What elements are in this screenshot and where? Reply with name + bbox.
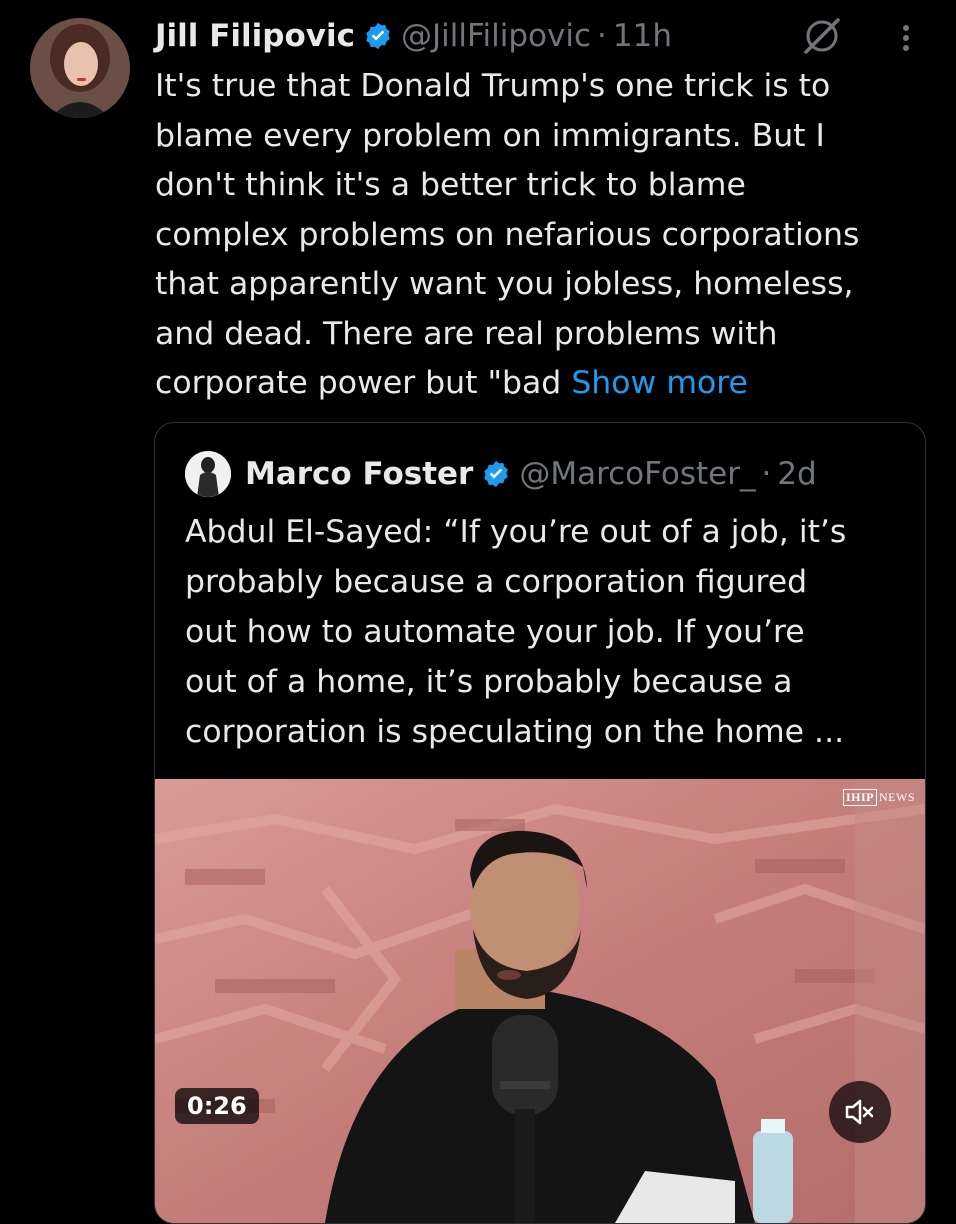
quote-author-handle[interactable]: @MarcoFoster_ (519, 456, 755, 492)
more-options-icon[interactable] (888, 18, 924, 58)
news-logo-box: IHIP (842, 789, 877, 806)
news-logo: IHIP NEWS (842, 789, 915, 806)
quote-text-line: out how to automate your job. If you’re (185, 614, 805, 650)
tweet-text-line: and dead. There are real problems with (155, 315, 778, 352)
tweet-text-line: complex problems on nefarious corporatio… (155, 216, 860, 253)
video-timer: 0:26 (175, 1088, 259, 1124)
tweet-text-line: don't think it's a better trick to blame (155, 167, 746, 203)
quote-text-line: probably because a corporation figured (185, 564, 808, 600)
author-handle[interactable]: @JillFilipovic (401, 18, 591, 54)
mute-button[interactable] (829, 1081, 891, 1143)
separator-dot: · (761, 456, 772, 492)
tweet-text-line: blame every problem on immigrants. But I (155, 117, 825, 154)
tweet-text-line: that apparently want you jobless, homele… (155, 266, 854, 302)
quote-author-name[interactable]: Marco Foster (245, 456, 473, 492)
video-frame (155, 779, 925, 1223)
video-player[interactable]: IHIP NEWS (155, 779, 925, 1223)
news-logo-text: NEWS (879, 790, 915, 804)
quote-text-line: corporation is speculating on the home .… (185, 714, 845, 750)
quote-text: Abdul El-Sayed: “If you’re out of a job,… (185, 507, 905, 757)
separator-dot: · (597, 18, 607, 54)
tweet-text: It's true that Donald Trump's one trick … (155, 62, 940, 409)
quote-text-line: Abdul El-Sayed: “If you’re out of a job,… (185, 514, 847, 550)
tweet-header: Jill Filipovic @JillFilipovic · 11h (155, 14, 672, 58)
tweet-text-line: corporate power but "bad (155, 365, 572, 401)
quote-post-time[interactable]: 2d (777, 456, 816, 492)
verified-badge-icon (366, 22, 390, 50)
tweet-text-line-last: corporate power but "bad Show more (155, 359, 940, 409)
volume-muted-icon (845, 1099, 874, 1125)
author-avatar[interactable] (30, 18, 130, 118)
quote-author-avatar[interactable] (185, 451, 231, 497)
author-name[interactable]: Jill Filipovic (155, 18, 355, 54)
post-time[interactable]: 11h (613, 18, 672, 54)
tweet-text-line: It's true that Donald Trump's one trick … (155, 68, 831, 104)
verified-badge-icon (484, 460, 509, 488)
quote-text-line: out of a home, it’s probably because a (185, 664, 793, 700)
quote-header: Marco Foster @MarcoFoster_ · 2d (185, 451, 817, 497)
quoted-tweet-card[interactable]: Marco Foster @MarcoFoster_ · 2d Abdul El… (154, 422, 926, 1224)
show-more-link[interactable]: Show more (571, 365, 748, 401)
grok-icon[interactable] (800, 14, 844, 58)
